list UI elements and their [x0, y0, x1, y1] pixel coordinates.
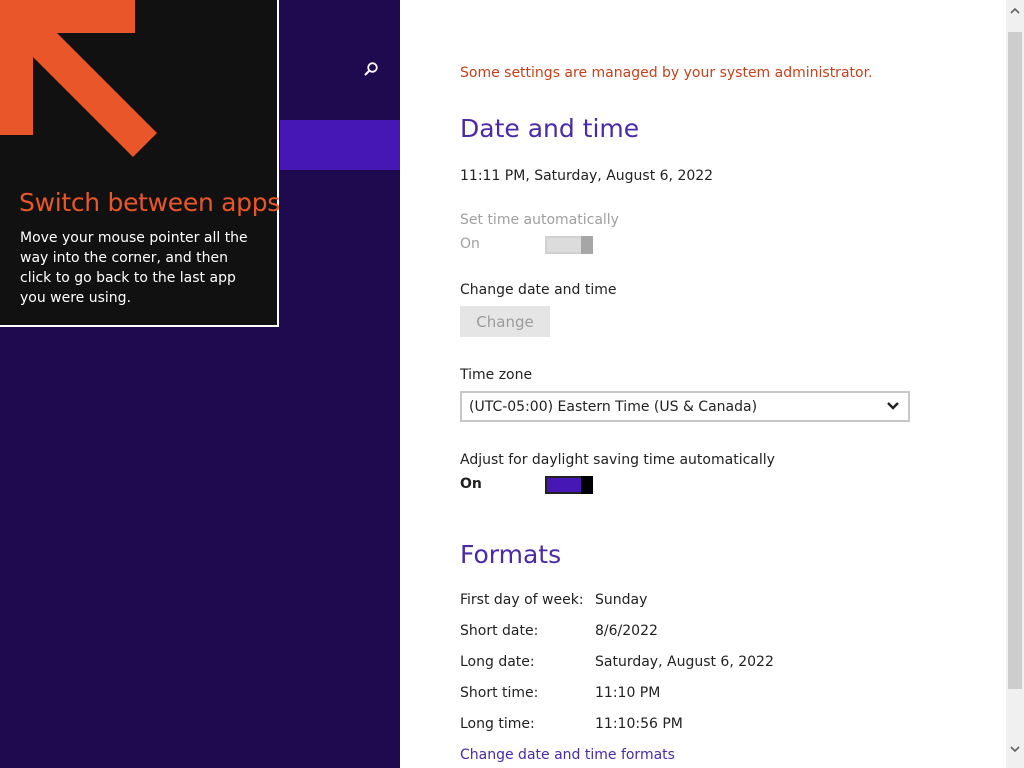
- scrollbar-thumb[interactable]: [1008, 32, 1022, 689]
- search-button[interactable]: [356, 56, 386, 86]
- format-label: Short date:: [460, 623, 539, 639]
- format-label: Short time:: [460, 685, 539, 701]
- dst-toggle[interactable]: [545, 476, 593, 494]
- format-value: Saturday, August 6, 2022: [595, 654, 774, 670]
- current-date-time: 11:11 PM, Saturday, August 6, 2022: [460, 168, 714, 184]
- search-icon: [363, 61, 379, 81]
- chevron-down-icon: [886, 400, 900, 416]
- change-formats-link[interactable]: Change date and time formats: [460, 747, 675, 763]
- scroll-up-button[interactable]: [1006, 0, 1024, 18]
- format-label: Long time:: [460, 716, 535, 732]
- date-time-heading: Date and time: [460, 114, 640, 143]
- set-time-auto-label: Set time automatically: [460, 212, 619, 228]
- chevron-up-icon: [1010, 0, 1020, 19]
- format-value: Sunday: [595, 592, 648, 608]
- chevron-down-icon: [1010, 738, 1020, 757]
- dst-label: Adjust for daylight saving time automati…: [460, 452, 775, 468]
- scroll-down-button[interactable]: [1006, 738, 1024, 756]
- format-value: 11:10:56 PM: [595, 716, 683, 732]
- format-label: Long date:: [460, 654, 535, 670]
- arrow-up-left-icon: [0, 0, 160, 164]
- time-zone-label: Time zone: [460, 367, 533, 383]
- change-date-time-label: Change date and time: [460, 282, 617, 298]
- formats-heading: Formats: [460, 540, 562, 569]
- vertical-scrollbar[interactable]: [1006, 0, 1024, 768]
- switch-apps-tip: Switch between apps Move your mouse poin…: [0, 0, 281, 327]
- settings-pane: Some settings are managed by your system…: [400, 0, 1006, 768]
- admin-notice: Some settings are managed by your system…: [460, 65, 873, 81]
- time-zone-value: (UTC-05:00) Eastern Time (US & Canada): [469, 398, 758, 415]
- set-time-auto-toggle[interactable]: [545, 236, 593, 254]
- selected-category-item[interactable]: [280, 120, 400, 170]
- format-label: First day of week:: [460, 592, 584, 608]
- format-value: 8/6/2022: [595, 623, 658, 639]
- set-time-auto-state: On: [460, 236, 480, 252]
- format-value: 11:10 PM: [595, 685, 661, 701]
- change-button[interactable]: Change: [460, 306, 550, 337]
- tip-body: Move your mouse pointer all the way into…: [20, 230, 248, 306]
- tip-title: Switch between apps: [19, 188, 281, 217]
- dst-state: On: [460, 476, 482, 492]
- time-zone-select[interactable]: (UTC-05:00) Eastern Time (US & Canada): [460, 391, 910, 422]
